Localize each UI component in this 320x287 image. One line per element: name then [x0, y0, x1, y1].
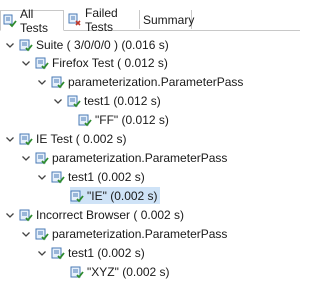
tree-node-label: test1 (0.012 s) — [84, 93, 161, 108]
tab-summary[interactable]: Summary — [140, 10, 195, 29]
tree-node-test-ie[interactable]: IE Test ( 0.002 s) — [4, 129, 129, 148]
tree-node-method[interactable]: test1 (0.012 s) — [52, 91, 163, 110]
chevron-down-icon[interactable] — [4, 209, 16, 221]
instance-pass-icon — [78, 113, 92, 127]
tree-node-instance-selected[interactable]: "IE" (0.002 s) — [70, 186, 160, 205]
test-pass-icon — [19, 208, 33, 222]
results-tab-bar: All Tests Failed Tests Summary — [0, 6, 300, 35]
tree-node-instance[interactable]: "XYZ" (0.002 s) — [70, 262, 172, 281]
tree-node-label: parameterization.ParameterPass — [52, 226, 228, 241]
chevron-down-icon[interactable] — [20, 228, 32, 240]
tab-all-tests[interactable]: All Tests — [0, 7, 64, 35]
tree-node-label: "XYZ" (0.002 s) — [87, 264, 170, 279]
tree-node-label: IE Test ( 0.002 s) — [36, 131, 127, 146]
tab-failed-tests-label: Failed Tests — [85, 5, 118, 34]
suite-pass-icon — [19, 38, 33, 52]
test-pass-icon — [35, 56, 49, 70]
class-pass-icon — [35, 151, 49, 165]
tree-node-method[interactable]: test1 (0.002 s) — [36, 243, 147, 262]
tree-node-test-firefox[interactable]: Firefox Test ( 0.012 s) — [20, 53, 170, 72]
tab-all-tests-label: All Tests — [20, 6, 49, 35]
tree-node-label: Firefox Test ( 0.012 s) — [52, 55, 168, 70]
tree-node-label: parameterization.ParameterPass — [52, 150, 228, 165]
all-tests-icon — [3, 14, 17, 28]
tab-failed-tests[interactable]: Failed Tests — [64, 6, 140, 34]
tree-node-method[interactable]: test1 (0.002 s) — [36, 167, 147, 186]
tree-node-label: "FF" (0.012 s) — [95, 112, 169, 127]
method-pass-icon — [51, 170, 65, 184]
chevron-down-icon[interactable] — [36, 76, 48, 88]
chevron-down-icon[interactable] — [4, 133, 16, 145]
chevron-down-icon[interactable] — [4, 39, 16, 51]
tree-node-label: test1 (0.002 s) — [68, 169, 145, 184]
tree-node-label: "IE" (0.002 s) — [87, 188, 158, 203]
tree-node-class[interactable]: parameterization.ParameterPass — [36, 72, 245, 91]
tree-node-suite[interactable]: Suite ( 3/0/0/0 ) (0.016 s) — [4, 35, 171, 54]
chevron-down-icon[interactable] — [36, 247, 48, 259]
tree-node-class[interactable]: parameterization.ParameterPass — [20, 148, 229, 167]
tree-node-instance[interactable]: "FF" (0.012 s) — [78, 110, 171, 129]
tree-node-label: test1 (0.002 s) — [68, 245, 145, 260]
class-pass-icon — [35, 227, 49, 241]
tree-node-label: Suite ( 3/0/0/0 ) (0.016 s) — [36, 37, 169, 52]
method-pass-icon — [67, 94, 81, 108]
method-pass-icon — [51, 246, 65, 260]
test-pass-icon — [19, 132, 33, 146]
chevron-down-icon[interactable] — [20, 152, 32, 164]
tree-node-label: parameterization.ParameterPass — [68, 74, 244, 89]
chevron-down-icon[interactable] — [20, 57, 32, 69]
class-pass-icon — [51, 75, 65, 89]
failed-tests-icon — [68, 13, 82, 27]
chevron-down-icon[interactable] — [36, 171, 48, 183]
chevron-down-icon[interactable] — [52, 95, 64, 107]
tree-node-label: Incorrect Browser ( 0.002 s) — [36, 207, 185, 222]
tree-node-test-incorrect-browser[interactable]: Incorrect Browser ( 0.002 s) — [4, 205, 186, 224]
instance-pass-icon — [70, 265, 84, 279]
tree-node-class[interactable]: parameterization.ParameterPass — [20, 224, 229, 243]
instance-pass-icon — [70, 189, 84, 203]
tab-summary-label: Summary — [143, 12, 195, 27]
